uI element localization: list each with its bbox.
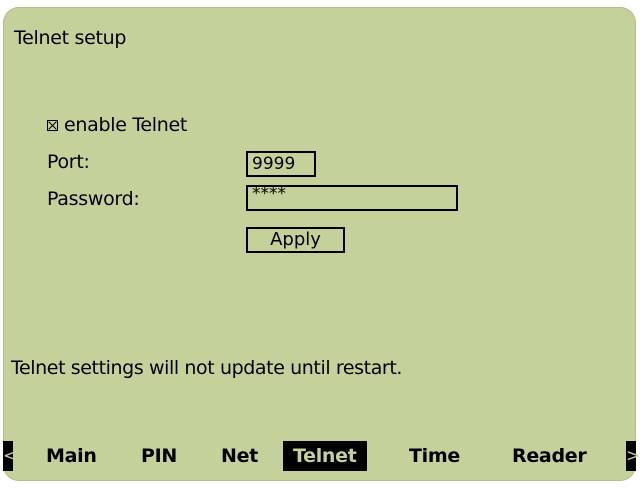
enable-telnet-row[interactable]: enable Telnet	[47, 114, 187, 136]
port-input[interactable]: 9999	[246, 151, 316, 177]
nav-item-net[interactable]: Net	[211, 441, 268, 471]
apply-button[interactable]: Apply	[246, 227, 345, 253]
restart-note: Telnet settings will not update until re…	[11, 357, 403, 379]
password-label: Password:	[47, 188, 140, 210]
nav-item-pin[interactable]: PIN	[131, 441, 187, 471]
nav-item-telnet[interactable]: Telnet	[283, 441, 367, 471]
port-label: Port:	[47, 151, 90, 173]
device-screen: Telnet setup enable Telnet Port: 9999 Pa…	[3, 7, 640, 481]
nav-prev-icon[interactable]: <	[3, 441, 17, 471]
nav-item-main[interactable]: Main	[36, 441, 107, 471]
password-input[interactable]: ****	[246, 185, 458, 211]
nav-item-time[interactable]: Time	[399, 441, 470, 471]
nav-next-icon[interactable]: >	[626, 441, 640, 471]
bottom-nav: < Main PIN Net Telnet Time Reader >	[3, 441, 640, 471]
enable-telnet-label: enable Telnet	[64, 114, 188, 136]
enable-telnet-checkbox[interactable]	[47, 119, 58, 131]
page-title: Telnet setup	[14, 27, 127, 49]
nav-item-reader[interactable]: Reader	[502, 441, 596, 471]
